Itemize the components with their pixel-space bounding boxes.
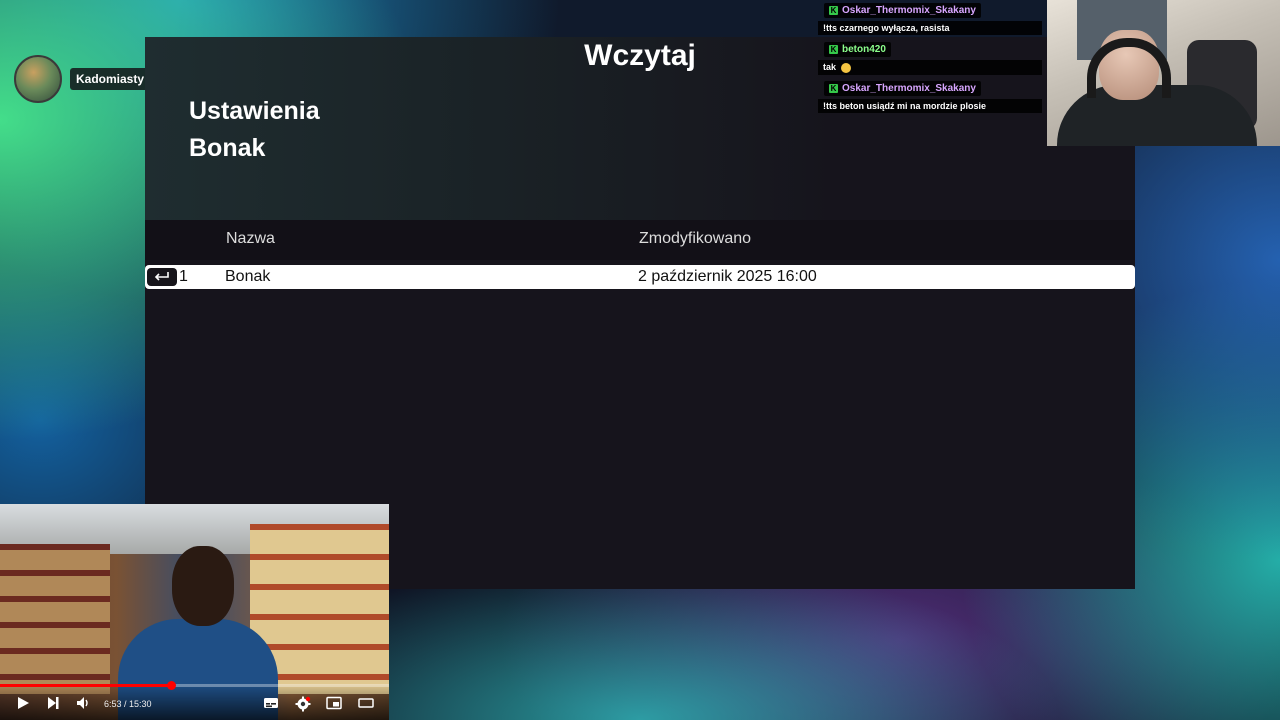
subtitles-icon[interactable] bbox=[263, 696, 279, 713]
streamer-tag: Kadomiasty bbox=[14, 55, 151, 103]
save-heading-line1: Ustawienia bbox=[189, 97, 320, 125]
video-progress-knob[interactable] bbox=[167, 681, 177, 690]
table-header: Nazwa Zmodyfikowano bbox=[145, 220, 1135, 260]
streamer-name: Kadomiasty bbox=[70, 68, 151, 90]
video-progress-bar[interactable] bbox=[0, 681, 389, 690]
column-header-name: Nazwa bbox=[226, 230, 275, 247]
next-icon[interactable] bbox=[46, 696, 60, 713]
chat-text: !tts czarnego wyłącza, rasista bbox=[818, 21, 1042, 35]
play-icon[interactable] bbox=[16, 696, 30, 713]
chat-overlay: K Oskar_Thermomix_Skakany !tts czarnego w… bbox=[818, 0, 1046, 114]
chat-message: Kbeton420 tak bbox=[818, 39, 1046, 75]
chat-username: K Oskar_Thermomix_Skakany bbox=[824, 81, 981, 96]
save-row-modified: 2 październik 2025 16:00 bbox=[638, 268, 817, 285]
save-row-index: 1 bbox=[179, 268, 188, 285]
chat-badge-icon: K bbox=[829, 6, 838, 15]
miniplayer-icon[interactable] bbox=[326, 696, 342, 713]
chat-username: K Oskar_Thermomix_Skakany bbox=[824, 3, 981, 18]
video-controls: 6:53 / 15:30 bbox=[0, 681, 389, 720]
enter-key-icon bbox=[147, 268, 177, 286]
save-row-name: Bonak bbox=[225, 268, 271, 285]
chat-message: K Oskar_Thermomix_Skakany !tts beton usią… bbox=[818, 78, 1046, 114]
webcam-feed bbox=[1047, 0, 1280, 146]
chat-badge-icon: K bbox=[829, 45, 838, 54]
streamer-avatar bbox=[14, 55, 62, 103]
chat-message: K Oskar_Thermomix_Skakany !tts czarnego w… bbox=[818, 0, 1046, 36]
settings-icon[interactable] bbox=[295, 696, 311, 715]
save-row[interactable]: 1 Bonak 2 październik 2025 16:00 bbox=[145, 265, 1135, 289]
chat-text: tak bbox=[818, 60, 1042, 75]
chat-text: !tts beton usiądź mi na mordzie plosie bbox=[818, 99, 1042, 113]
video-time: 6:53 / 15:30 bbox=[104, 699, 152, 709]
volume-icon[interactable] bbox=[76, 696, 90, 713]
video-player[interactable]: 6:53 / 15:30 bbox=[0, 504, 389, 720]
video-progress-played bbox=[0, 684, 172, 687]
save-heading-line2: Bonak bbox=[189, 134, 266, 162]
save-heading: Ustawienia Bonak bbox=[189, 93, 320, 167]
chat-badge-icon: K bbox=[829, 84, 838, 93]
theater-icon[interactable] bbox=[358, 696, 374, 713]
column-header-modified: Zmodyfikowano bbox=[639, 230, 752, 247]
chat-username: Kbeton420 bbox=[824, 42, 891, 57]
emoji-icon bbox=[840, 62, 851, 73]
